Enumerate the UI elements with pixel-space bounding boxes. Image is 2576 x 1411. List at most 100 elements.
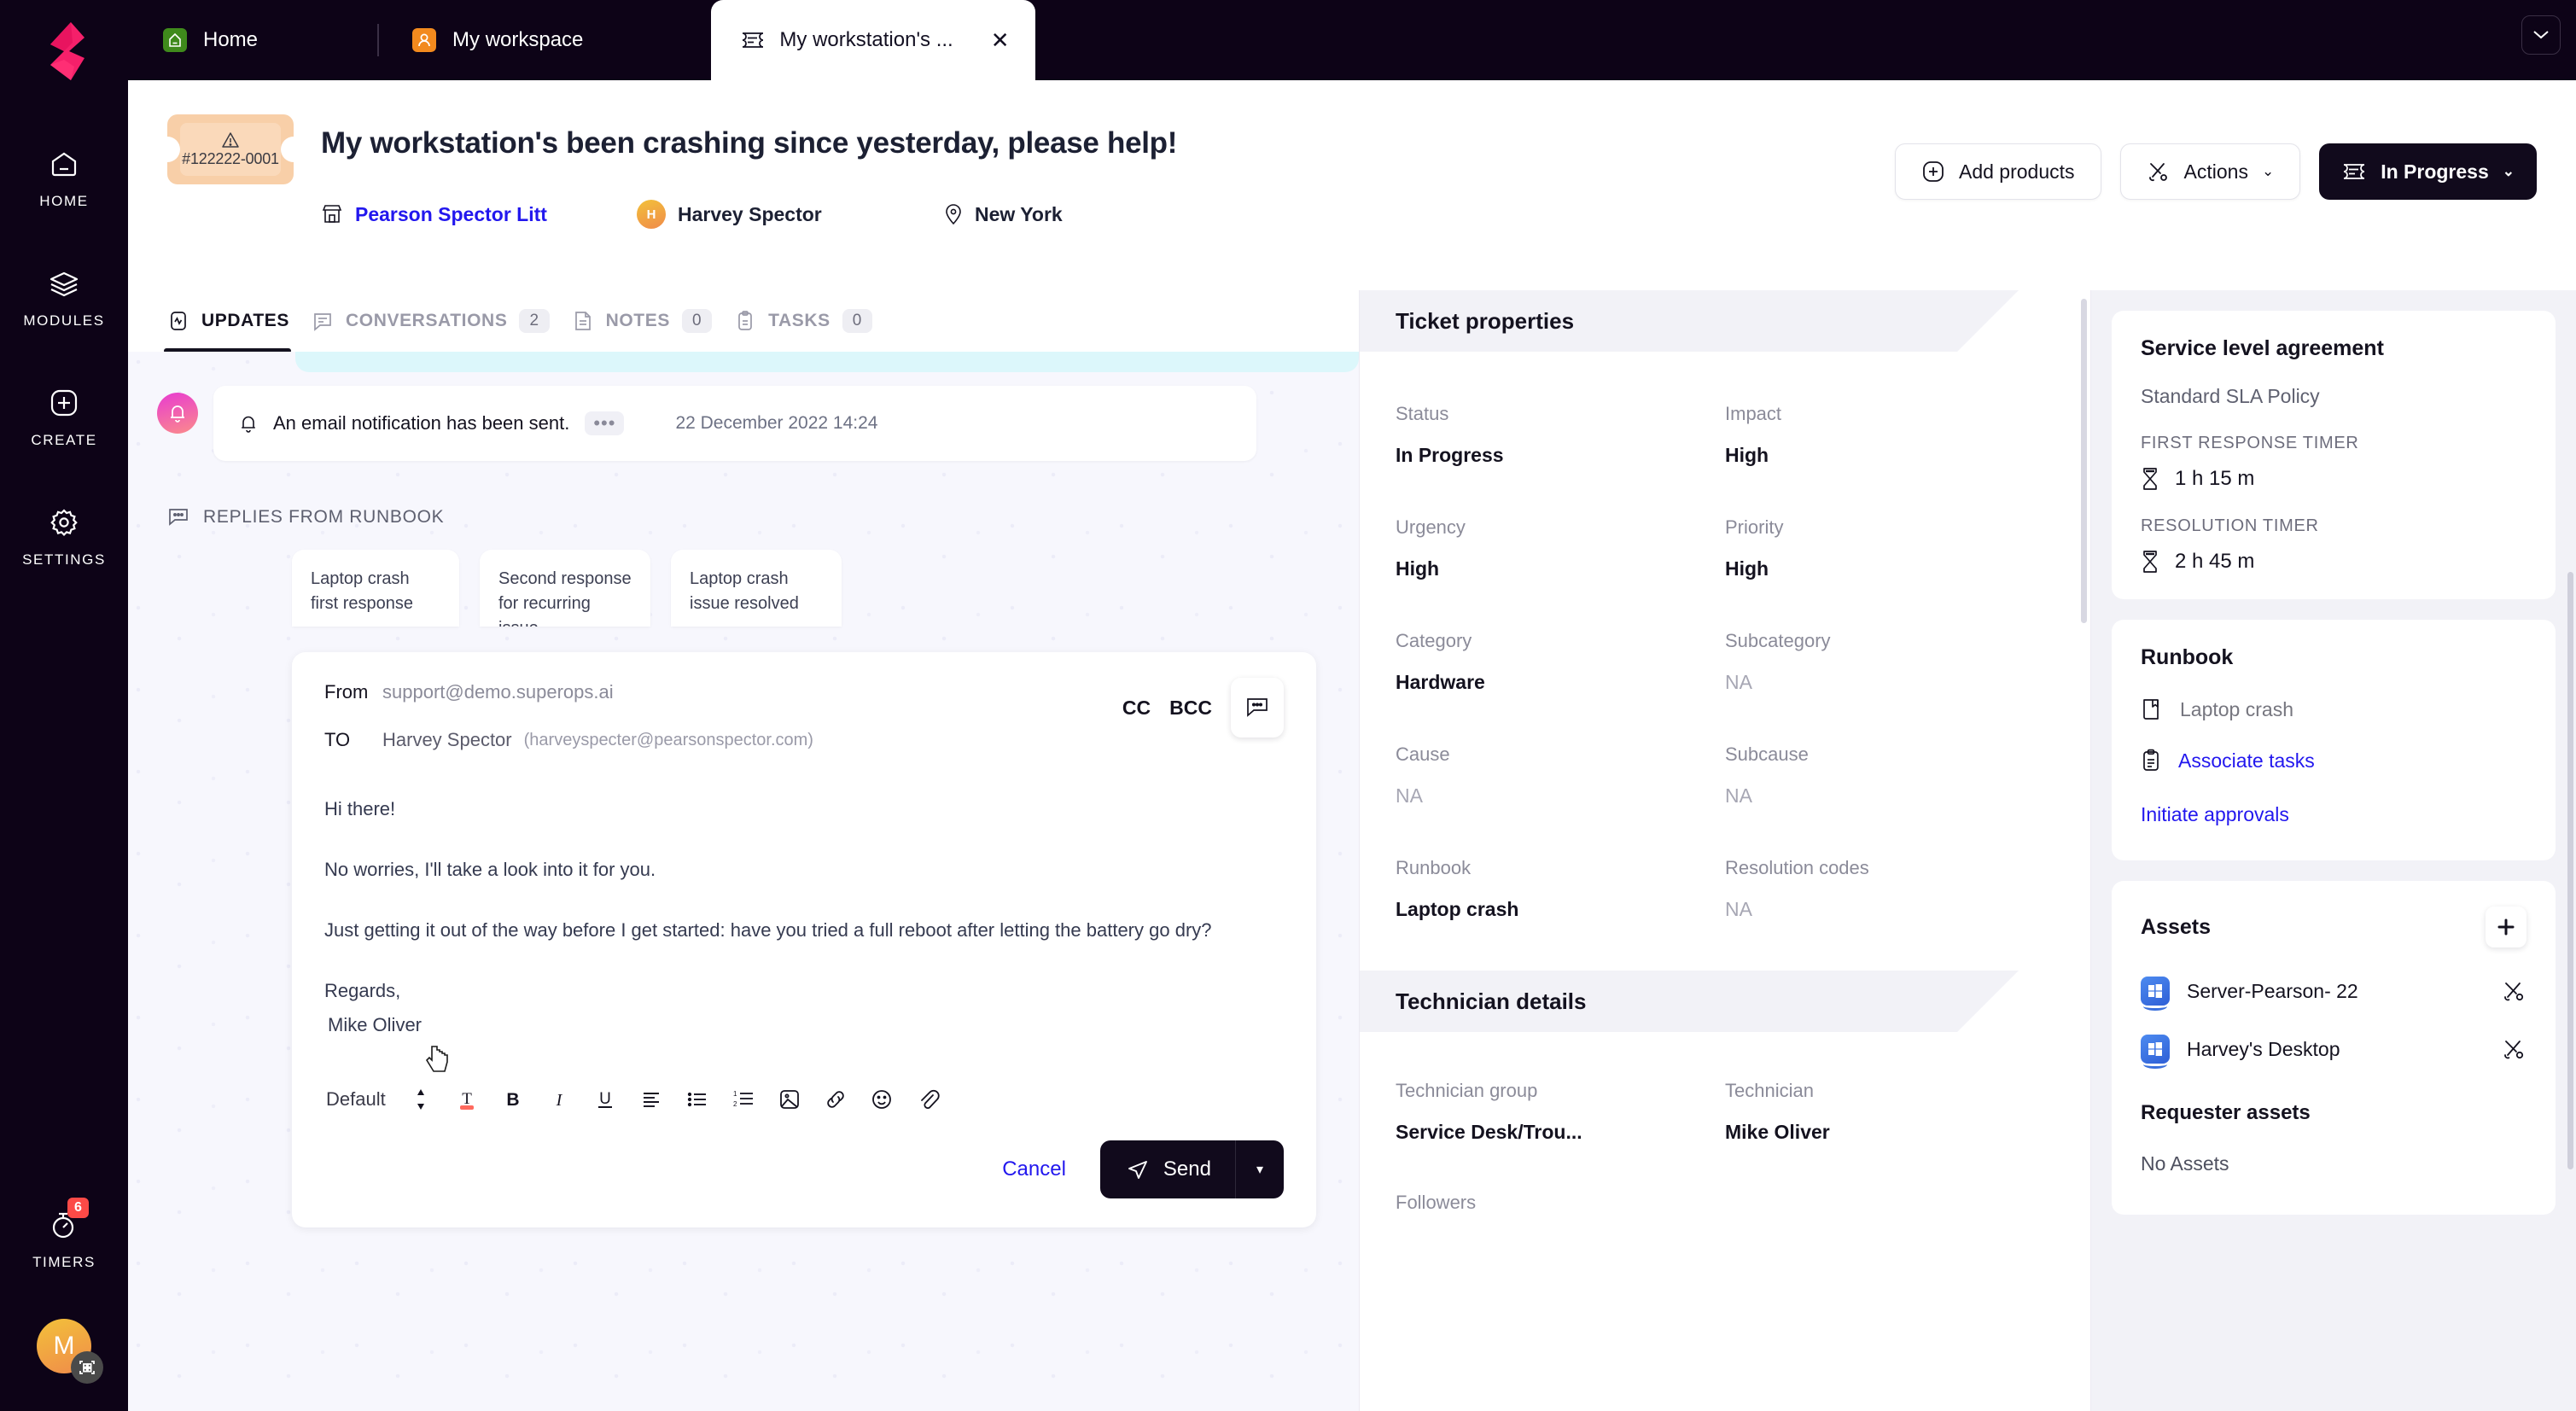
superops-logo-icon[interactable] (33, 19, 95, 84)
assets-header: Assets (2141, 907, 2526, 947)
align-left-icon[interactable] (628, 1076, 674, 1122)
sidebar-item-modules[interactable]: MODULES (0, 237, 128, 357)
property-field[interactable]: Resolution codes NA (1725, 857, 2054, 921)
scrollbar-right[interactable] (2567, 572, 2573, 1169)
cancel-button[interactable]: Cancel (1002, 1157, 1066, 1181)
ticket-number: #122222-0001 (182, 149, 279, 167)
email-composer: From support@demo.superops.ai TO Harvey … (292, 652, 1316, 1227)
sidebar-item-create[interactable]: CREATE (0, 357, 128, 476)
asset-list-item[interactable]: Server-Pearson- 22 (2141, 977, 2526, 1011)
underline-icon[interactable]: U (582, 1076, 628, 1122)
attachment-icon[interactable] (905, 1076, 951, 1122)
browser-tab-home[interactable]: Home (128, 0, 292, 80)
technician-details-grid: Technician group Service Desk/Trou... Te… (1360, 1032, 2090, 1233)
sidebar-item-timers[interactable]: 6 TIMERS (0, 1179, 128, 1298)
property-field[interactable]: Priority High (1725, 516, 2054, 580)
main-area: Home My workspace My workstation's ... ✕ (128, 0, 2576, 1411)
chevron-down-icon[interactable] (2521, 15, 2561, 55)
property-field[interactable]: Technician group Service Desk/Trou... (1396, 1080, 1725, 1144)
property-field[interactable]: Subcategory NA (1725, 630, 2054, 694)
tools-icon[interactable] (2501, 978, 2526, 1004)
property-label: Technician (1725, 1080, 1814, 1101)
bullet-list-icon[interactable] (674, 1076, 720, 1122)
svg-text:2: 2 (733, 1100, 737, 1108)
tab-conversations[interactable]: CONVERSATIONS 2 (312, 290, 557, 352)
home-icon (45, 145, 83, 183)
emoji-icon[interactable] (859, 1076, 905, 1122)
link-icon[interactable] (813, 1076, 859, 1122)
asset-name: Harvey's Desktop (2187, 1037, 2340, 1060)
tab-updates[interactable]: UPDATES (164, 290, 296, 353)
associate-tasks-row[interactable]: Associate tasks (2141, 749, 2526, 773)
clipboard-icon (2141, 749, 2161, 773)
property-label: Subcategory (1725, 630, 1831, 651)
tab-tasks[interactable]: TASKS 0 (734, 290, 879, 352)
ticket-requester[interactable]: H Harvey Spector (637, 200, 944, 229)
home-icon (162, 27, 188, 53)
property-label: Cause (1396, 743, 1450, 765)
property-field[interactable]: Cause NA (1396, 743, 1725, 808)
sidebar-item-home[interactable]: HOME (0, 118, 128, 237)
actions-button[interactable]: Actions ⌄ (2119, 143, 2301, 200)
chat-icon[interactable] (1231, 678, 1284, 738)
updown-icon[interactable] (398, 1076, 444, 1122)
property-field[interactable]: Status In Progress (1396, 403, 1725, 467)
text-color-icon[interactable]: T (444, 1076, 490, 1122)
timers-badge: 6 (67, 1198, 89, 1218)
add-asset-button[interactable] (2486, 907, 2526, 947)
property-field[interactable]: Subcause NA (1725, 743, 2054, 808)
image-icon[interactable] (766, 1076, 813, 1122)
font-style-select[interactable]: Default (326, 1088, 386, 1111)
status-button[interactable]: In Progress ⌄ (2319, 143, 2537, 200)
browser-tab-label: My workspace (452, 28, 584, 51)
asset-list-item[interactable]: Harvey's Desktop (2141, 1035, 2526, 1069)
cc-button[interactable]: CC (1122, 697, 1151, 720)
requester-assets-title: Requester assets (2141, 1101, 2311, 1124)
tab-notes[interactable]: NOTES 0 (572, 290, 720, 352)
property-field[interactable]: Technician Mike Oliver (1725, 1080, 2054, 1144)
bcc-button[interactable]: BCC (1169, 697, 1212, 720)
browser-tab-my-workspace[interactable]: My workspace (377, 0, 617, 80)
asset-name: Server-Pearson- 22 (2187, 979, 2358, 1002)
ticket-location: New York (944, 203, 1063, 226)
scrollbar-middle[interactable] (2081, 299, 2087, 623)
initiate-approvals-link[interactable]: Initiate approvals (2141, 803, 2526, 826)
sidebar-item-settings[interactable]: SETTINGS (0, 476, 128, 596)
italic-icon[interactable]: I (536, 1076, 582, 1122)
chat-dots-icon (167, 507, 189, 528)
tools-icon[interactable] (2501, 1036, 2526, 1062)
property-field[interactable]: Runbook Laptop crash (1396, 857, 1725, 921)
composer-footer: Cancel Send ▾ (324, 1130, 1284, 1227)
bold-icon[interactable]: B (490, 1076, 536, 1122)
composer-body[interactable]: Hi there! No worries, I'll take a look i… (324, 792, 1284, 1041)
close-icon[interactable]: ✕ (991, 29, 1010, 51)
property-field[interactable]: Urgency High (1396, 516, 1725, 580)
to-email: (harveyspecter@pearsonspector.com) (523, 730, 813, 749)
send-options-caret-icon[interactable]: ▾ (1236, 1161, 1284, 1178)
property-field[interactable]: Impact High (1725, 403, 2054, 467)
tools-icon (2147, 160, 2171, 184)
property-value: In Progress (1396, 444, 1504, 466)
runbook-reply-card[interactable]: Laptop crash first response (292, 550, 459, 627)
ticket-organization[interactable]: Pearson Spector Litt (321, 203, 637, 226)
property-field[interactable]: Category Hardware (1396, 630, 1725, 694)
conversation-column: UPDATES CONVERSATIONS 2 NOTES 0 TASKS 0 … (128, 290, 1360, 1411)
avatar[interactable]: M (37, 1319, 103, 1384)
requester-avatar: H (637, 200, 666, 229)
numbered-list-icon[interactable]: 12 (720, 1076, 766, 1122)
browser-tab-ticket[interactable]: My workstation's ... ✕ (711, 0, 1035, 80)
tab-label: TASKS (768, 311, 830, 330)
more-options-icon[interactable]: ••• (585, 411, 625, 436)
conversation-scroll-area[interactable]: An email notification has been sent. •••… (128, 352, 1359, 1411)
property-field[interactable]: Followers (1396, 1192, 1725, 1233)
property-value: NA (1725, 671, 1752, 693)
plus-circle-icon (1921, 160, 1945, 184)
add-products-button[interactable]: Add products (1894, 143, 2101, 200)
runbook-reply-card[interactable]: Laptop crash issue resolved (671, 550, 842, 627)
to-name[interactable]: Harvey Spector (382, 729, 512, 751)
send-button[interactable]: Send (1100, 1157, 1235, 1181)
from-value[interactable]: support@demo.superops.ai (382, 681, 614, 703)
runbook-reply-card[interactable]: Second response for recurring issue (480, 550, 650, 627)
svg-text:B: B (506, 1090, 519, 1110)
qr-code-icon[interactable] (71, 1351, 103, 1384)
